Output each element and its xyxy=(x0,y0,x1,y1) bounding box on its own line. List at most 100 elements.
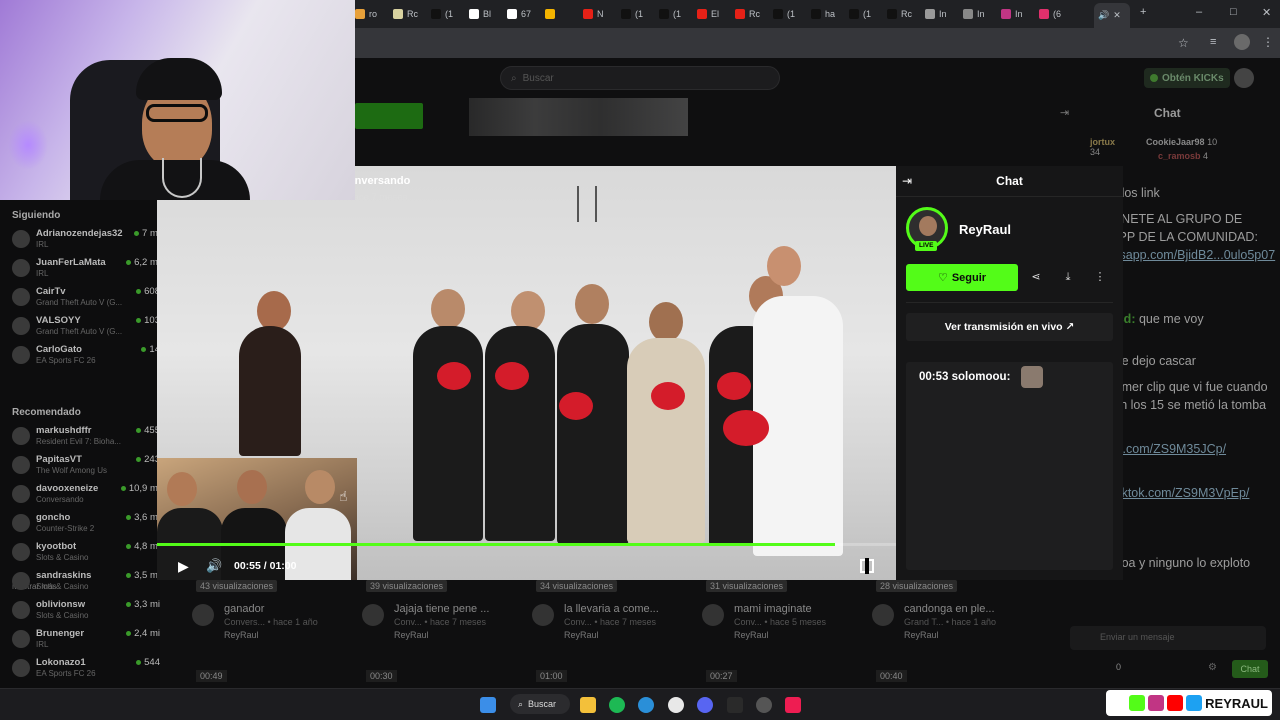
browser-tab[interactable]: In xyxy=(963,5,997,23)
sidebar-channel[interactable]: PapitasVT The Wolf Among Us 243 xyxy=(12,454,162,480)
share-icon[interactable]: ⋖ xyxy=(1027,268,1045,286)
video-progress-bar[interactable] xyxy=(157,543,896,546)
browser-tab[interactable]: (6 xyxy=(1039,5,1073,23)
video-card[interactable]: 39 visualizaciones Jajaja tiene pene ... C… xyxy=(362,580,522,682)
follow-button[interactable]: ♡ Seguir xyxy=(906,264,1018,291)
sidebar-channel[interactable]: sandraskins Slots & Casino 3,5 mi xyxy=(12,570,162,596)
watch-live-button[interactable]: Ver transmisión en vivo ↗ xyxy=(906,313,1113,341)
new-tab-button[interactable]: + xyxy=(1140,6,1146,18)
edge-icon[interactable] xyxy=(638,697,654,713)
search-input[interactable]: ⌕ Buscar xyxy=(500,66,780,90)
sidebar-channel[interactable]: markushdffr Resident Evil 7: Bioha... 455 xyxy=(12,425,162,451)
browser-tab[interactable]: Bl xyxy=(469,5,503,23)
red-balloon xyxy=(717,372,751,400)
live-badge: LIVE xyxy=(915,241,938,251)
chat-settings-icon[interactable]: ⚙ xyxy=(1208,662,1217,673)
spotify-icon[interactable] xyxy=(609,697,625,713)
sidebar-channel[interactable]: oblivionsw Slots & Casino 3,3 mi xyxy=(12,599,162,625)
bookmark-star-icon[interactable]: ☆ xyxy=(1178,36,1189,50)
close-window-button[interactable]: ✕ xyxy=(1262,6,1271,19)
browser-tab[interactable]: (1 xyxy=(431,5,465,23)
chat-send-button[interactable]: Chat xyxy=(1232,660,1268,678)
browser-tab[interactable]: (1 xyxy=(849,5,883,23)
video-card[interactable]: 43 visualizaciones ganador Convers... • ha… xyxy=(192,580,352,682)
sidebar-channel[interactable]: kyootbot Slots & Casino 4,8 mi xyxy=(12,541,162,567)
video-card[interactable]: 31 visualizaciones mami imaginate Conv... … xyxy=(702,580,862,682)
browser-tab[interactable]: (1 xyxy=(659,5,693,23)
person xyxy=(485,326,555,541)
file-explorer-icon[interactable] xyxy=(580,697,596,713)
tab-favicon-icon xyxy=(697,9,707,19)
red-balloon xyxy=(495,362,529,390)
tab-label: ro xyxy=(369,9,378,19)
get-kicks-label: Obtén KICKs xyxy=(1162,72,1224,84)
person-head xyxy=(767,246,801,286)
get-kicks-button[interactable]: Obtén KICKs xyxy=(1144,68,1230,88)
fullscreen-icon[interactable] xyxy=(860,558,874,574)
browser-tab[interactable]: ha xyxy=(811,5,845,23)
browser-tab[interactable]: In xyxy=(1001,5,1035,23)
volume-icon[interactable]: 🔊 xyxy=(206,558,222,574)
collapse-chat-icon[interactable]: ⇥ xyxy=(1060,106,1069,119)
download-icon[interactable]: ⤓ xyxy=(1059,268,1077,286)
browser-tab[interactable]: In xyxy=(925,5,959,23)
minimize-button[interactable]: – xyxy=(1196,6,1202,18)
sidebar-channel[interactable]: VALSOYY Grand Theft Auto V (G... 103 xyxy=(12,315,162,341)
user-avatar[interactable] xyxy=(1234,68,1254,88)
channel-category: IRL xyxy=(36,640,49,649)
chat-link[interactable]: tiktok.com/ZS9M3VpEp/ xyxy=(1115,486,1249,500)
media-control-icon[interactable]: ≡ xyxy=(1210,36,1216,48)
video-card[interactable]: 28 visualizaciones candonga en ple... Gran… xyxy=(872,580,1032,682)
profile-avatar[interactable] xyxy=(1234,34,1250,50)
chat-text: que me voy xyxy=(1138,312,1204,326)
taskbar-search[interactable]: ⌕ Buscar xyxy=(510,694,570,714)
chat-message-input[interactable]: Enviar un mensaje xyxy=(1070,626,1266,650)
start-icon[interactable] xyxy=(480,697,496,713)
browser-tab[interactable]: ro xyxy=(355,5,389,23)
sidebar-channel[interactable]: Brunenger IRL 2,4 mi xyxy=(12,628,162,654)
youtube-logo-icon xyxy=(1167,695,1184,711)
browser-menu-icon[interactable]: ⋮ xyxy=(1262,35,1274,49)
tab-close-icon[interactable]: ✕ xyxy=(1113,10,1121,21)
video-card[interactable]: 34 visualizaciones la llevaria a come... C… xyxy=(532,580,692,682)
browser-tab[interactable]: El xyxy=(697,5,731,23)
browser-tab[interactable]: Rc xyxy=(735,5,769,23)
tab-label: Bl xyxy=(483,9,492,19)
viewer-count: 2,4 mi xyxy=(126,628,160,639)
channel-name[interactable]: ReyRaul xyxy=(959,222,1011,237)
terminal-icon[interactable] xyxy=(727,697,743,713)
browser-tab[interactable]: (1 xyxy=(773,5,807,23)
sidebar-channel[interactable]: goncho Counter-Strike 2 3,6 mi xyxy=(12,512,162,538)
person xyxy=(239,326,301,456)
browser-tab[interactable]: Rc xyxy=(393,5,427,23)
tiktok-icon[interactable] xyxy=(785,697,801,713)
sidebar-channel[interactable]: davooxeneize Conversando 10,9 mi xyxy=(12,483,162,509)
browser-tab[interactable] xyxy=(545,5,579,23)
search-placeholder: Buscar xyxy=(522,72,554,84)
maximize-button[interactable]: □ xyxy=(1230,6,1237,18)
chrome-icon[interactable] xyxy=(668,697,684,713)
brand-text: REYRAUL xyxy=(1205,695,1268,711)
message-user: solomoou: xyxy=(951,371,1011,383)
tab-label: In xyxy=(1015,9,1023,19)
active-tab[interactable]: 🔊 ✕ xyxy=(1094,3,1130,28)
sidebar-channel[interactable]: Lokonazo1 EA Sports FC 26 544 xyxy=(12,657,162,683)
heart-icon: ♡ xyxy=(937,272,948,284)
discord-icon[interactable] xyxy=(697,697,713,713)
kicks-coin-icon xyxy=(1150,74,1158,82)
collapse-chat-icon[interactable]: ⇥ xyxy=(902,174,912,188)
sidebar-channel[interactable]: Adrianozendejas32 IRL 7 mi xyxy=(12,228,162,254)
tab-favicon-icon xyxy=(925,9,935,19)
app-icon[interactable] xyxy=(756,697,772,713)
play-icon[interactable]: ▶ xyxy=(178,558,192,574)
browser-tab[interactable]: 67 xyxy=(507,5,541,23)
video-title: la llevaria a come... xyxy=(564,603,659,615)
sidebar-channel[interactable]: CairTv Grand Theft Auto V (G... 608 xyxy=(12,286,162,312)
sidebar-channel[interactable]: CarloGato EA Sports FC 26 14 xyxy=(12,344,162,370)
browser-tab[interactable]: N xyxy=(583,5,617,23)
more-options-icon[interactable]: ⋮ xyxy=(1091,268,1109,286)
sidebar-channel[interactable]: JuanFerLaMata IRL 6,2 mi xyxy=(12,257,162,283)
browser-tab[interactable]: (1 xyxy=(621,5,655,23)
channel-avatar xyxy=(12,346,30,364)
browser-tab[interactable]: Rc xyxy=(887,5,921,23)
